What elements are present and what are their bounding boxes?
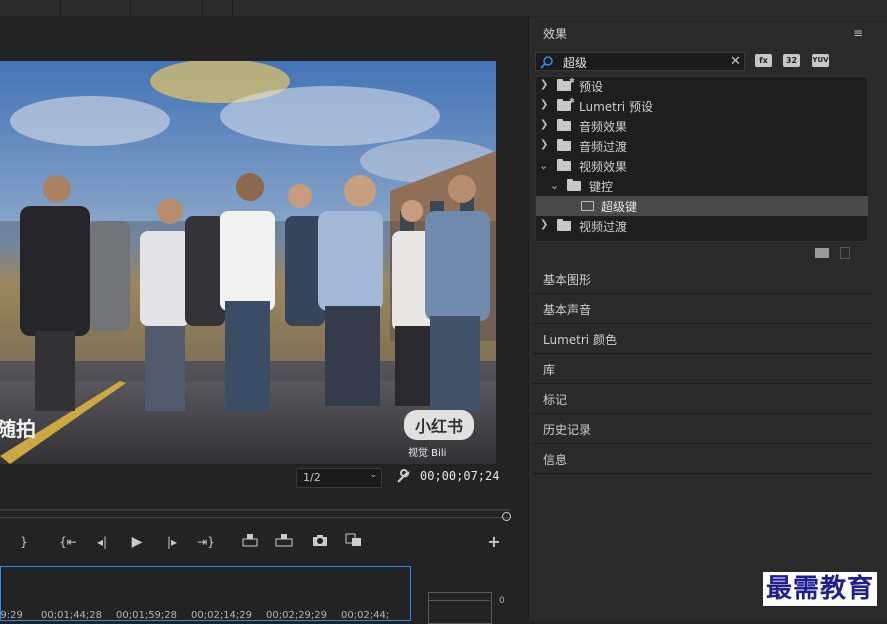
lift-button[interactable] [240,533,260,551]
chevron-down-icon: ⌄ [369,470,377,480]
add-button[interactable]: + [484,533,504,551]
chevron-right-icon[interactable]: ❯ [540,219,548,230]
tree-item-label: 超级键 [601,200,638,214]
video-logo-sub: 视觉 Bili [408,446,446,459]
pane-info[interactable]: 信息 [531,444,872,474]
pane-essential-sound[interactable]: 基本声音 [531,294,872,324]
search-icon [540,55,554,72]
pane-label: 基本图形 [543,273,592,287]
mark-out-button[interactable]: } [14,533,34,551]
panel-menu-icon[interactable]: ≡ [853,26,863,40]
camera-icon[interactable] [310,533,330,551]
tree-item-presets[interactable]: ❯ ✱ 预设 [536,76,868,96]
chevron-down-icon[interactable]: ⌄ [550,179,559,192]
trash-icon[interactable] [840,247,850,259]
chevron-right-icon[interactable]: ❯ [540,119,548,130]
folder-icon [567,179,581,191]
yuv-filter[interactable]: YUV [812,54,829,67]
scrub-bar[interactable] [0,517,510,518]
tab[interactable] [60,0,131,16]
tree-item-label: Lumetri 预设 [579,100,653,114]
step-back-button[interactable]: ◂| [92,533,112,551]
tree-item-video-transitions[interactable]: ❯ 视频过渡 [536,216,868,236]
tree-item-label: 视频过渡 [579,220,628,234]
tree-item-audio-effects[interactable]: ❯ 音频效果 [536,116,868,136]
zoom-value: 1/2 [303,471,321,484]
pane-label: 标记 [543,393,568,407]
accelerated-effects-filter[interactable]: fx [755,54,772,67]
meter-box [428,592,492,624]
pane-markers[interactable]: 标记 [531,384,872,414]
star-icon: ✱ [569,97,575,105]
ruler-tick-label: 00;02;44; [341,610,390,621]
pane-label: 库 [543,363,556,377]
tree-item-label: 视频效果 [579,160,628,174]
search-value: 超级 [563,56,588,70]
go-to-out-button[interactable]: ⇥} [196,533,216,551]
wrench-icon[interactable] [395,469,411,485]
tree-item-label: 音频效果 [579,120,628,134]
chevron-right-icon[interactable]: ❯ [540,79,548,90]
chevron-right-icon[interactable]: ❯ [540,99,548,110]
tree-item-label: 预设 [579,80,604,94]
playhead-timecode[interactable]: 00;00;07;24 [420,469,499,483]
scrub-ticks[interactable] [0,500,510,511]
tree-item-video-effects[interactable]: ⌄ 视频效果 [536,156,868,176]
video-logo: 小红书 [415,417,463,436]
ruler-tick-label: 00;01;59;28 [116,610,178,621]
tab[interactable] [0,0,61,16]
meter-zero-label: 0 [499,596,505,606]
audio-meter: 0 [414,566,527,624]
tab[interactable] [202,0,233,16]
zoom-select[interactable]: 1/2 ⌄ [296,468,382,488]
meter-divider [428,600,490,601]
watermark-logo: 最需教育 [763,572,878,606]
tree-item-ultra-key[interactable]: 超级键 [536,196,868,216]
video-caption-left: 随拍 [0,417,36,441]
timeline-ruler[interactable]: 29:29 00;01;44;28 00;01;59;28 00;02;14;2… [0,610,411,621]
go-to-in-button[interactable]: {⇤ [58,533,78,551]
ruler-tick-label: 00;02;14;29 [191,610,253,621]
top-tab-strip [0,0,887,16]
clear-search-icon[interactable]: ✕ [730,54,741,69]
play-button[interactable]: ▶ [127,533,147,551]
ruler-tick-label: 00;01;44;28 [41,610,103,621]
new-bin-icon[interactable] [815,248,829,258]
chevron-right-icon[interactable]: ❯ [540,139,548,150]
pane-label: 历史记录 [543,423,592,437]
pane-essential-graphics[interactable]: 基本图形 [531,264,872,294]
playhead-handle[interactable] [502,512,511,521]
folder-icon [557,119,571,131]
tree-item-label: 音频过渡 [579,140,628,154]
pane-lumetri-color[interactable]: Lumetri 颜色 [531,324,872,354]
pane-label: 基本声音 [543,303,592,317]
tree-item-label: 键控 [589,180,614,194]
folder-icon [557,159,571,171]
compare-view-icon[interactable] [344,533,364,551]
panel-title[interactable]: 效果 [543,25,567,42]
step-forward-button[interactable]: |▸ [162,533,182,551]
video-frame-image: 随拍 小红书 视觉 Bili [0,61,496,464]
folder-icon [557,139,571,151]
tree-item-audio-transitions[interactable]: ❯ 音频过渡 [536,136,868,156]
extract-button[interactable] [274,533,294,551]
ruler-tick-label: 29:29 [0,610,23,621]
star-icon: ✱ [569,77,575,85]
pane-label: Lumetri 颜色 [543,333,617,347]
32bit-filter[interactable]: 32 [783,54,800,67]
pane-history[interactable]: 历史记录 [531,414,872,444]
pane-label: 信息 [543,453,568,467]
effect-icon [581,201,594,211]
pane-libraries[interactable]: 库 [531,354,872,384]
tab[interactable] [130,0,203,16]
chevron-down-icon[interactable]: ⌄ [539,159,548,172]
folder-icon [557,219,571,231]
ruler-tick-label: 00;02;29;29 [266,610,328,621]
video-frame[interactable]: 随拍 小红书 视觉 Bili [0,61,496,464]
tree-item-keying[interactable]: ⌄ 键控 [536,176,868,196]
tree-item-lumetri-presets[interactable]: ❯ ✱ Lumetri 预设 [536,96,868,116]
